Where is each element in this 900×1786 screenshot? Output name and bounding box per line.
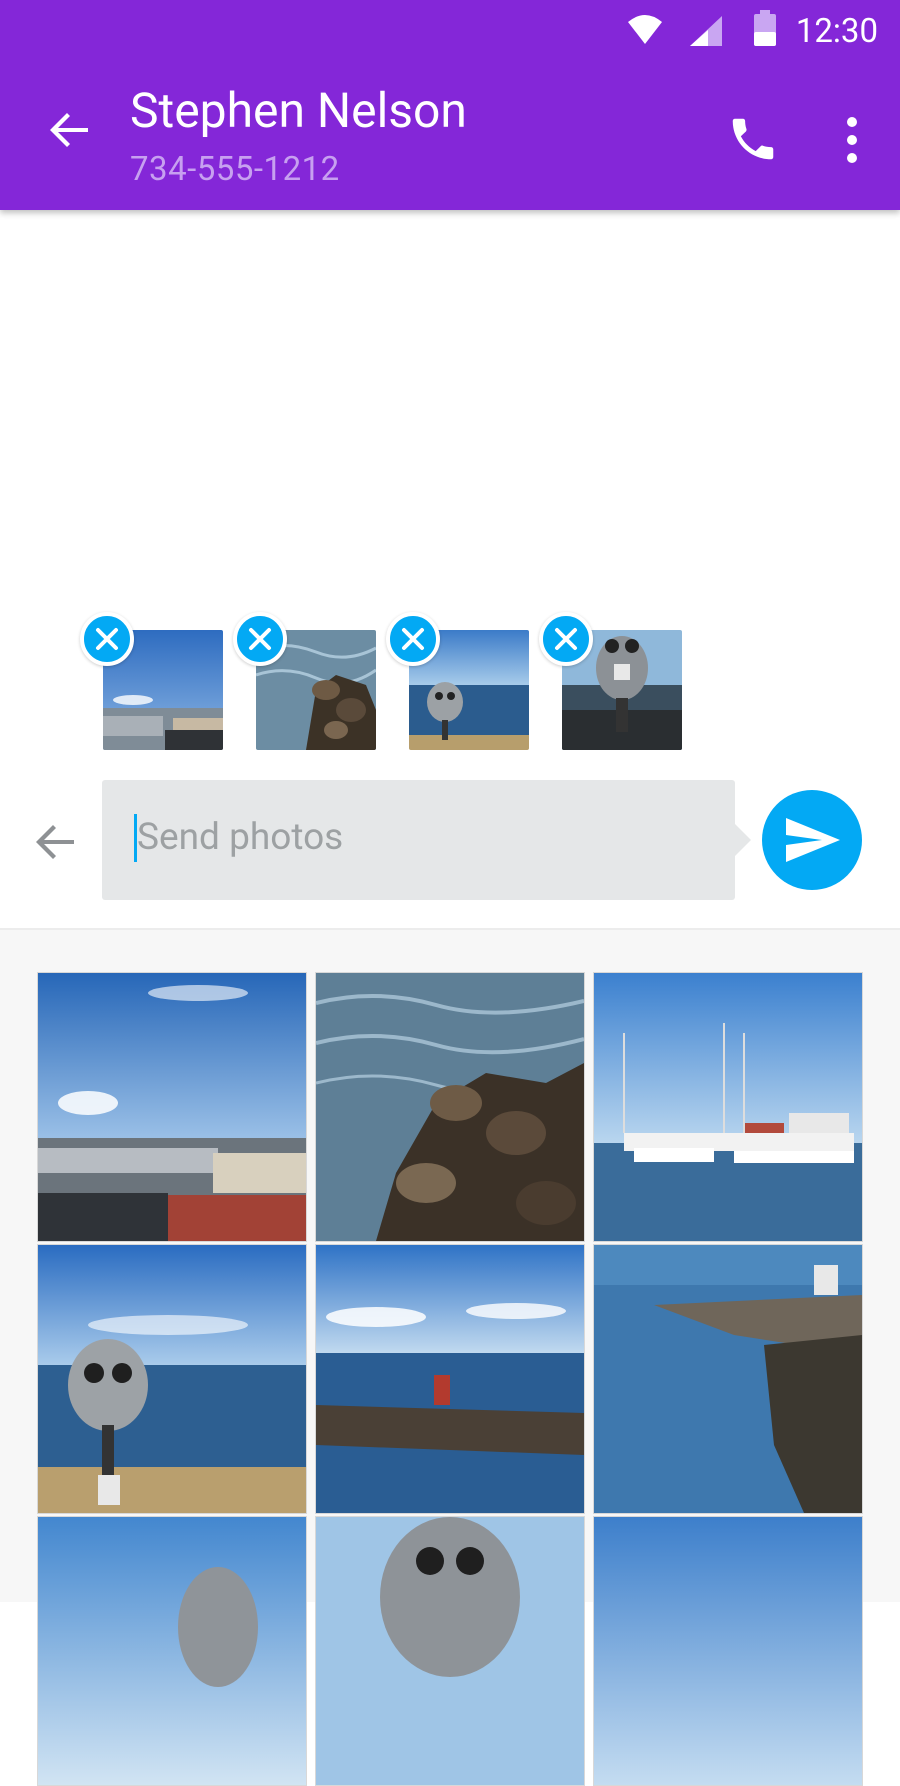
contact-name: Stephen Nelson: [130, 82, 467, 139]
gallery-photo[interactable]: [37, 972, 307, 1242]
battery-icon: [754, 10, 776, 46]
gallery-photo[interactable]: [315, 1244, 585, 1514]
send-icon: [786, 818, 840, 862]
remove-attachment-button[interactable]: [386, 612, 440, 666]
close-icon: [96, 628, 118, 650]
message-input[interactable]: Send photos: [102, 780, 751, 900]
cell-signal-icon: [690, 16, 722, 46]
message-input-placeholder: Send photos: [134, 814, 343, 862]
wifi-icon: [628, 15, 662, 44]
close-icon: [249, 628, 271, 650]
close-icon: [402, 628, 424, 650]
gallery-photo[interactable]: [593, 1516, 863, 1786]
gallery-photo[interactable]: [37, 1244, 307, 1514]
remove-attachment-button[interactable]: [233, 612, 287, 666]
gallery-photo[interactable]: [37, 1516, 307, 1786]
clock: 12:30: [795, 12, 878, 51]
overflow-menu-icon[interactable]: [842, 116, 862, 164]
close-icon: [555, 628, 577, 650]
remove-attachment-button[interactable]: [80, 612, 134, 666]
app-bar: 12:30 Stephen Nelson 734-555-1212: [0, 0, 900, 210]
photo-gallery: [0, 928, 900, 1786]
gallery-photo[interactable]: [593, 1244, 863, 1514]
gallery-photo[interactable]: [315, 972, 585, 1242]
message-list: [0, 210, 900, 600]
status-bar: 12:30: [0, 0, 900, 62]
collapse-arrow-icon[interactable]: [34, 820, 78, 864]
send-button[interactable]: [762, 790, 862, 890]
remove-attachment-button[interactable]: [539, 612, 593, 666]
gallery-photo[interactable]: [593, 972, 863, 1242]
contact-phone: 734-555-1212: [130, 150, 340, 189]
back-arrow-icon[interactable]: [48, 108, 92, 152]
phone-icon[interactable]: [726, 112, 780, 166]
gallery-photo[interactable]: [315, 1516, 585, 1786]
